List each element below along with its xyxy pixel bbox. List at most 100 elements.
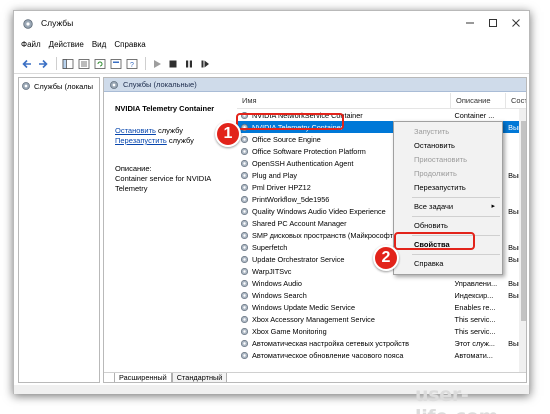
service-description: Этот служ...	[454, 338, 495, 348]
step-1-badge: 1	[215, 121, 241, 147]
menu-view[interactable]: Вид	[92, 38, 106, 52]
list-view-button[interactable]	[77, 57, 91, 71]
ctx-pause[interactable]: Приостановить	[394, 153, 502, 167]
menu-help[interactable]: Справка	[114, 38, 145, 52]
toolbar: ?	[14, 54, 529, 74]
highlight-selected-service	[236, 113, 344, 130]
submenu-arrow-icon: ▸	[491, 203, 495, 210]
ctx-separator	[412, 216, 500, 217]
pane-header: Службы (локальные)	[104, 78, 526, 92]
restart-service-button[interactable]	[198, 57, 212, 71]
scrollbar-thumb[interactable]	[521, 121, 526, 321]
start-service-button[interactable]	[150, 57, 164, 71]
service-gear-icon	[240, 351, 249, 360]
ctx-restart[interactable]: Перезапустить	[394, 181, 502, 195]
vertical-scrollbar[interactable]	[519, 109, 526, 372]
service-name: Xbox Game Monitoring	[252, 326, 327, 336]
service-name: Windows Search	[252, 290, 307, 300]
title-bar: Службы	[14, 11, 529, 37]
restart-suffix: службу	[166, 136, 194, 145]
properties-toolbar-button[interactable]	[109, 57, 123, 71]
pane-header-title: Службы (локальные)	[123, 80, 197, 89]
ctx-help[interactable]: Справка	[394, 257, 502, 271]
close-button[interactable]	[504, 14, 528, 32]
description-label: Описание:	[115, 164, 152, 173]
services-gear-icon	[110, 80, 118, 89]
context-menu: Запустить Остановить Приостановить Продо…	[393, 121, 503, 275]
toolbar-separator	[56, 57, 57, 70]
maximize-icon	[489, 19, 497, 27]
service-row[interactable]: Xbox Accessory Management Service This se…	[237, 313, 526, 325]
service-row[interactable]: Автоматическая настройка сетевых устройс…	[237, 337, 526, 349]
service-gear-icon	[240, 159, 249, 168]
column-header: Имя Описание Сост	[237, 93, 526, 109]
service-name: Автоматическая настройка сетевых устройс…	[252, 338, 410, 348]
service-gear-icon	[240, 183, 249, 192]
menu-file[interactable]: Файл	[21, 38, 41, 52]
service-name: Автоматическое обновление часового пояса	[252, 350, 404, 360]
play-icon	[154, 59, 161, 68]
service-row[interactable]: Windows Search Индексир... Выпо	[237, 289, 526, 301]
step-2-badge: 2	[373, 245, 399, 271]
ctx-all-tasks[interactable]: Все задачи ▸	[394, 200, 502, 214]
service-row[interactable]: Windows Audio Управлени... Выпо	[237, 277, 526, 289]
minimize-button[interactable]	[458, 14, 482, 32]
console-tree-icon	[62, 58, 74, 69]
menu-action[interactable]: Действие	[49, 38, 84, 52]
stop-service-link[interactable]: Остановить	[115, 126, 156, 135]
service-row[interactable]: Windows Update Medic Service Enables re..…	[237, 301, 526, 313]
ctx-stop[interactable]: Остановить	[394, 139, 502, 153]
help-toolbar-button[interactable]: ?	[125, 57, 139, 71]
service-description: Container ...	[454, 110, 495, 120]
forward-button[interactable]	[36, 57, 50, 71]
service-gear-icon	[240, 315, 249, 324]
service-description: This servic...	[454, 326, 496, 336]
ctx-start[interactable]: Запустить	[394, 125, 502, 139]
ctx-refresh[interactable]: Обновить	[394, 219, 502, 233]
highlight-properties	[394, 232, 475, 250]
restart-icon	[201, 60, 209, 67]
service-gear-icon	[240, 243, 249, 252]
service-gear-icon	[240, 147, 249, 156]
refresh-icon	[94, 58, 106, 69]
ctx-separator	[412, 197, 500, 198]
stop-icon	[169, 60, 177, 67]
maximize-button[interactable]	[481, 14, 505, 32]
back-button[interactable]	[20, 57, 34, 71]
description-text: Container service for NVIDIA Telemetry	[115, 174, 211, 193]
ctx-separator	[412, 254, 500, 255]
pause-icon	[186, 60, 192, 67]
pause-service-button[interactable]	[182, 57, 196, 71]
service-description: Управлени...	[454, 278, 498, 288]
tree-item-services[interactable]: Службы (локалы	[21, 80, 99, 92]
stop-service-button[interactable]	[166, 57, 180, 71]
service-row[interactable]: Xbox Game Monitoring This servic...	[237, 325, 526, 337]
refresh-button[interactable]	[93, 57, 107, 71]
tab-extended[interactable]: Расширенный	[114, 373, 172, 382]
tab-standard[interactable]: Стандартный	[171, 373, 228, 382]
stop-suffix: службу	[155, 126, 183, 135]
list-icon	[78, 58, 90, 69]
column-description[interactable]: Описание	[451, 93, 506, 109]
restart-service-link[interactable]: Перезапустить	[115, 136, 167, 145]
service-description: This servic...	[454, 314, 496, 324]
view-tabs: Расширенный Стандартный	[104, 372, 526, 382]
toolbar-separator	[145, 57, 146, 70]
service-name: Windows Audio	[252, 278, 302, 288]
show-tree-button[interactable]	[61, 57, 75, 71]
close-icon	[512, 19, 520, 27]
tree-item-label: Службы (локалы	[34, 81, 94, 91]
column-status[interactable]: Сост	[506, 93, 526, 109]
service-row[interactable]: Автоматическое обновление часового пояса…	[237, 349, 526, 361]
services-gear-icon	[23, 19, 33, 29]
service-gear-icon	[240, 195, 249, 204]
service-gear-icon	[240, 231, 249, 240]
ctx-resume[interactable]: Продолжить	[394, 167, 502, 181]
properties-icon	[110, 58, 122, 69]
service-name: Windows Update Medic Service	[252, 302, 356, 312]
service-gear-icon	[240, 327, 249, 336]
services-gear-icon	[22, 82, 30, 90]
column-name[interactable]: Имя	[237, 93, 451, 109]
menu-bar: Файл Действие Вид Справка	[14, 38, 529, 52]
console-tree: Службы (локалы	[18, 77, 100, 383]
